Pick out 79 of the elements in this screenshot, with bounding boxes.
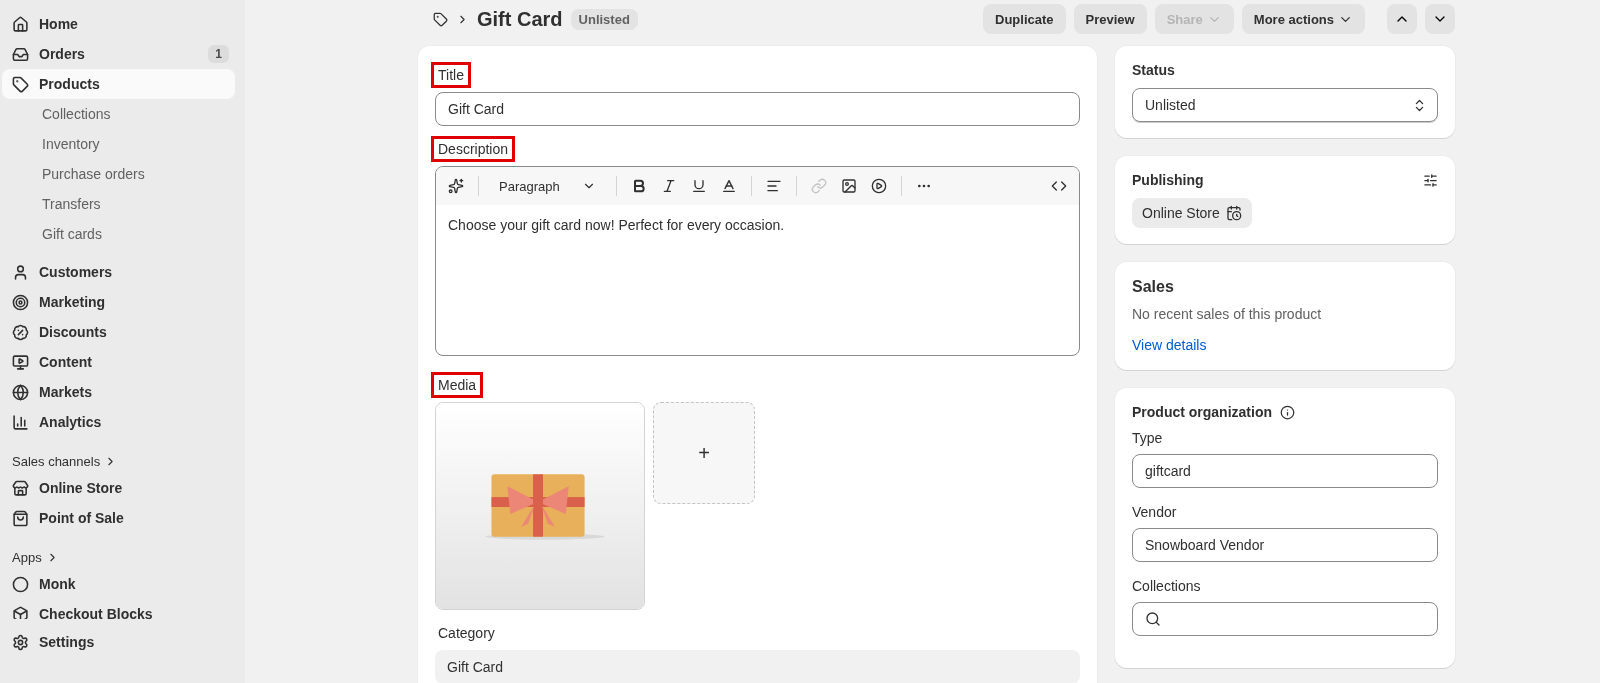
nav-icon — [12, 75, 29, 93]
sidebar-item[interactable]: Discounts — [2, 317, 235, 347]
settings-icon[interactable] — [1423, 172, 1438, 188]
sidebar-item[interactable]: Marketing — [2, 287, 235, 317]
info-icon[interactable] — [1280, 404, 1295, 420]
title-field[interactable]: Gift Card — [435, 92, 1080, 126]
search-field[interactable] — [1132, 602, 1438, 636]
header-button[interactable]: Duplicate — [983, 4, 1066, 34]
sales-text: No recent sales of this product — [1132, 306, 1323, 322]
section-heading[interactable]: Sales channels — [2, 449, 235, 473]
nav-icon — [12, 293, 29, 311]
sidebar-subitem[interactable]: Transfers — [2, 189, 235, 219]
nav-icon — [12, 413, 29, 431]
input-field[interactable]: giftcard — [1132, 454, 1438, 488]
sidebar-item[interactable]: Content — [2, 347, 235, 377]
description-editor[interactable]: Paragraph Choose your gift card now! Perfect for every occasion. — [435, 166, 1080, 356]
sidebar-item[interactable]: Online Store — [2, 473, 235, 503]
underline-icon[interactable] — [690, 178, 707, 194]
nav-icon — [12, 479, 29, 497]
search-icon — [1145, 611, 1161, 627]
count-badge: 1 — [208, 45, 229, 63]
sidebar-subitem[interactable]: Purchase orders — [2, 159, 235, 189]
tag-icon — [433, 11, 448, 27]
field-label: Collections — [1132, 578, 1202, 594]
nav-icon — [12, 633, 29, 651]
nav-icon — [12, 45, 29, 63]
next-button[interactable] — [1425, 4, 1455, 34]
image-icon[interactable] — [840, 178, 857, 194]
sidebar-item[interactable]: Home — [2, 9, 235, 39]
nav-icon — [12, 605, 29, 619]
sidebar-subitem[interactable]: Gift cards — [2, 219, 235, 249]
calendar-clock-icon — [1225, 205, 1242, 221]
channel-chip: Online Store — [1132, 198, 1252, 228]
sidebar-item[interactable]: Settings — [2, 627, 235, 657]
sidebar-subitem[interactable]: Inventory — [2, 129, 235, 159]
nav-icon — [12, 383, 29, 401]
field-label: Vendor — [1132, 504, 1178, 520]
sidebar-item[interactable]: Orders 1 — [2, 39, 235, 69]
field-label: Type — [1132, 430, 1164, 446]
text-color-icon[interactable] — [720, 178, 737, 194]
sidebar-item[interactable]: Monk — [2, 569, 235, 599]
page-title: Gift Card — [477, 7, 563, 31]
view-details-link[interactable]: View details — [1132, 337, 1207, 353]
category-field[interactable]: Gift Card — [435, 650, 1080, 683]
sidebar-item[interactable]: Customers — [2, 257, 235, 287]
field-label: Description — [431, 136, 516, 162]
nav-icon — [12, 353, 29, 371]
video-icon[interactable] — [870, 178, 887, 194]
status-badge: Unlisted — [570, 8, 638, 30]
previous-button[interactable] — [1387, 4, 1417, 34]
sparkle-icon[interactable] — [448, 178, 464, 194]
status-select[interactable]: Unlisted — [1132, 88, 1438, 122]
card-heading: Product organization — [1132, 404, 1272, 420]
header-button[interactable]: Preview — [1073, 4, 1147, 34]
nav-icon — [12, 509, 29, 527]
nav-icon — [12, 15, 29, 33]
sidebar-subitem[interactable]: Collections — [2, 99, 235, 129]
add-media-button[interactable]: + — [653, 402, 755, 504]
input-field[interactable]: Snowboard Vendor — [1132, 528, 1438, 562]
nav-icon — [12, 323, 29, 341]
card-heading: Status — [1132, 62, 1176, 78]
field-label: Title — [431, 62, 471, 88]
nav-icon — [12, 263, 29, 281]
card-heading: Sales — [1132, 278, 1175, 296]
sidebar-item[interactable]: Point of Sale — [2, 503, 235, 533]
sidebar-item[interactable]: Analytics — [2, 407, 235, 437]
field-label: Category — [437, 624, 496, 643]
card-heading: Publishing — [1132, 172, 1204, 188]
paragraph-style-select[interactable]: Paragraph — [493, 178, 602, 194]
sidebar-item[interactable]: Products — [2, 69, 235, 99]
section-heading[interactable]: Apps — [2, 545, 235, 569]
sidebar-item[interactable]: Checkout Blocks — [2, 599, 235, 619]
nav-icon — [12, 575, 29, 593]
field-label: Media — [431, 372, 484, 398]
sidebar-item[interactable]: Markets — [2, 377, 235, 407]
align-icon[interactable] — [765, 178, 782, 194]
description-text: Choose your gift card now! Perfect for every occasion. — [447, 216, 786, 235]
code-icon[interactable] — [1051, 178, 1067, 194]
header-button[interactable]: More actions — [1241, 4, 1365, 34]
